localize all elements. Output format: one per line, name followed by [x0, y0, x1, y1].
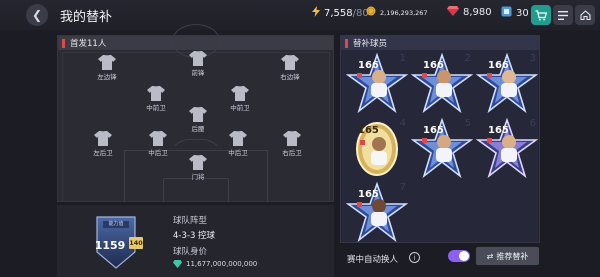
auto-sub-label: 赛中自动换人 — [347, 255, 399, 265]
coin-counter[interactable]: 2,196,293,267 — [366, 6, 428, 19]
list-icon — [558, 10, 568, 20]
shirt-icon — [189, 107, 207, 122]
slot-number: 5 — [464, 118, 471, 129]
header-accent — [62, 38, 65, 48]
auto-sub-toggle[interactable] — [448, 250, 470, 262]
position-slot-rw[interactable]: 右边锋 — [270, 55, 310, 81]
shirt-icon — [283, 131, 301, 146]
starting-eleven-title: 首发11人 — [70, 39, 107, 49]
sub-card-3[interactable]: 3 166 — [475, 52, 539, 115]
lightning-icon — [312, 6, 320, 20]
ticket-icon — [501, 6, 512, 20]
recommend-subs-button[interactable]: ⇄ 推荐替补 — [476, 247, 539, 265]
shirt-icon — [231, 86, 249, 101]
position-slot-lcb[interactable]: 中后卫 — [138, 131, 178, 157]
info-icon[interactable]: i — [409, 252, 420, 263]
player-rating: 165 — [423, 125, 444, 136]
shirt-icon — [98, 55, 116, 70]
ruby-icon — [447, 6, 459, 19]
position-slot-lcm[interactable]: 中前卫 — [136, 86, 176, 112]
team-value-label: 球队身价 — [173, 247, 208, 257]
position-slot-rb[interactable]: 右后卫 — [272, 131, 312, 157]
sub-card-1[interactable]: 1 166 — [345, 52, 409, 115]
shirt-icon — [147, 86, 165, 101]
shirt-icon — [149, 131, 167, 146]
sub-card-6[interactable]: 6 165 — [475, 117, 539, 180]
team-value-row: 11,677,000,000,000 — [173, 260, 257, 268]
player-rating: 166 — [488, 60, 509, 71]
shirt-icon — [281, 55, 299, 70]
position-slot-rcm[interactable]: 中前卫 — [220, 86, 260, 112]
player-rating: 165 — [358, 125, 379, 136]
shirt-icon — [94, 131, 112, 146]
formation-value[interactable]: 4-3-3 控球 — [173, 229, 215, 241]
goal-area — [163, 178, 229, 202]
energy-counter[interactable]: 7,558/80 — [312, 6, 369, 20]
ticket-counter[interactable]: 30 — [501, 6, 529, 20]
player-rating: 166 — [423, 60, 444, 71]
cart-icon — [535, 9, 547, 20]
position-slot-gk[interactable]: 门将 — [178, 155, 218, 181]
position-slot-lb[interactable]: 左后卫 — [83, 131, 123, 157]
substitutes-title: 替补球员 — [353, 39, 388, 49]
home-button[interactable] — [575, 5, 595, 25]
chevron-left-icon: ❮ — [31, 8, 43, 22]
page-title: 我的替补 — [60, 9, 113, 25]
sub-card-2[interactable]: 2 166 — [410, 52, 474, 115]
starting-eleven-panel: 首发11人 左边锋 前锋 右边锋 中前卫 中前卫 后腰 左后卫 中后卫 中后卫 … — [57, 24, 334, 202]
swap-icon: ⇄ — [486, 251, 494, 261]
slot-number: 3 — [529, 53, 536, 64]
shirt-icon — [189, 51, 207, 66]
slot-number: 4 — [399, 118, 406, 129]
menu-button[interactable] — [553, 5, 573, 25]
formation-label: 球队阵型 — [173, 216, 208, 226]
position-slot-rcb[interactable]: 中后卫 — [218, 131, 258, 157]
sub-card-7[interactable]: 7 165 — [345, 181, 409, 244]
shirt-icon — [189, 155, 207, 170]
team-value-amount: 11,677,000,000,000 — [186, 260, 258, 268]
position-slot-lw[interactable]: 左边锋 — [87, 55, 127, 81]
shirt-icon — [229, 131, 247, 146]
rating-chip: 140 — [129, 237, 143, 249]
player-rating: 165 — [488, 125, 509, 136]
position-slot-cdm[interactable]: 后腰 — [178, 107, 218, 133]
player-rating: 165 — [358, 189, 379, 200]
home-icon — [579, 10, 591, 20]
back-button[interactable]: ❮ — [26, 4, 48, 26]
sub-card-5[interactable]: 5 165 — [410, 117, 474, 180]
substitutes-header: 替补球员 — [341, 36, 539, 50]
toggle-knob — [459, 251, 469, 261]
sub-card-4[interactable]: 4 165 — [346, 118, 408, 180]
coin-icon — [366, 6, 376, 19]
slot-number: 1 — [399, 53, 406, 64]
shop-button[interactable] — [531, 5, 551, 25]
slot-number: 7 — [399, 182, 406, 193]
header-accent — [345, 38, 348, 48]
rating-label: 能力值 — [108, 221, 124, 227]
position-slot-st[interactable]: 前锋 — [178, 51, 218, 77]
rating-value: 1159 — [94, 239, 126, 252]
slot-number: 2 — [464, 53, 471, 64]
team-info-panel: 能力值 1159 140 球队阵型 4-3-3 控球 球队身价 11,677,0… — [57, 205, 334, 277]
slot-number: 6 — [529, 118, 536, 129]
gem-counter[interactable]: 8,980 — [447, 6, 492, 19]
top-bar: ❮ 我的替补 7,558/80 2,196,293,267 8,980 30 — [0, 0, 600, 30]
substitutes-panel: 替补球员 1 166 2 166 3 166 4 165 5 165 6 165… — [340, 35, 540, 243]
player-rating: 166 — [358, 60, 379, 71]
gem-icon — [173, 260, 182, 268]
